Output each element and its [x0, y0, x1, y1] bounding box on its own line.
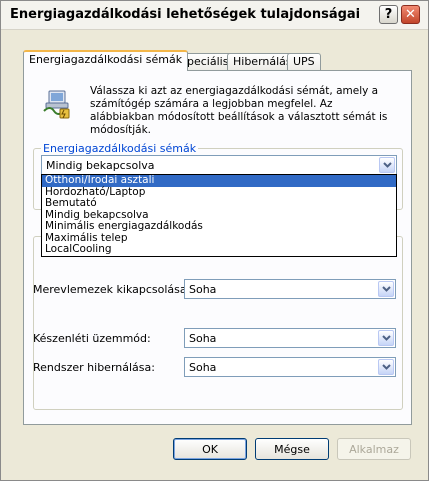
hibernate-label: Rendszer hibernálása: [33, 361, 155, 374]
scheme-option-localcooling[interactable]: LocalCooling [42, 243, 396, 256]
power-scheme-icon [43, 90, 70, 119]
window-title: Energiagazdálkodási lehetőségek tulajdon… [10, 7, 361, 22]
power-scheme-value: Mindig bekapcsolva [46, 159, 155, 172]
hard-disk-select[interactable]: Soha [184, 279, 396, 299]
cancel-button[interactable]: Mégse [255, 438, 329, 460]
ok-button[interactable]: OK [173, 438, 247, 460]
hibernate-value: Soha [189, 361, 217, 374]
properties-dialog: Energiagazdálkodási lehetőségek tulajdon… [0, 0, 429, 481]
standby-select[interactable]: Soha [184, 328, 396, 348]
hard-disk-label: Merevlemezek kikapcsolása: [33, 283, 191, 296]
scheme-option-minimal[interactable]: Minimális energiagazdálkodás [42, 220, 396, 233]
chevron-down-icon[interactable] [379, 157, 395, 173]
scheme-option-home-office[interactable]: Otthoni/Irodai asztali [42, 174, 396, 187]
settings-group [33, 236, 403, 410]
hibernate-select[interactable]: Soha [184, 357, 396, 377]
chevron-down-icon[interactable] [378, 281, 394, 297]
close-button[interactable]: ✕ [401, 5, 420, 24]
help-button[interactable]: ? [379, 5, 398, 24]
intro-text: Válassza ki azt az energiagazdálkodási s… [90, 85, 388, 136]
standby-label: Készenléti üzemmód: [33, 332, 151, 345]
power-scheme-dropdown: Otthoni/Irodai asztali Hordozható/Laptop… [41, 174, 397, 257]
help-icon: ? [384, 7, 393, 22]
title-bar[interactable]: Energiagazdálkodási lehetőségek tulajdon… [1, 1, 428, 30]
power-scheme-select[interactable]: Mindig bekapcsolva [41, 155, 397, 175]
standby-value: Soha [189, 332, 217, 345]
tab-power-schemes[interactable]: Energiagazdálkodási sémák [23, 50, 189, 71]
tab-panel: Válassza ki azt az energiagazdálkodási s… [23, 70, 412, 425]
close-icon: ✕ [405, 7, 416, 22]
group-title: Energiagazdálkodási sémák [41, 142, 199, 155]
chevron-down-icon[interactable] [378, 359, 394, 375]
apply-button[interactable]: Alkalmaz [337, 438, 411, 460]
scheme-option-presentation[interactable]: Bemutató [42, 197, 396, 210]
tab-ups[interactable]: UPS [287, 53, 321, 70]
chevron-down-icon[interactable] [378, 330, 394, 346]
hard-disk-value: Soha [189, 283, 217, 296]
